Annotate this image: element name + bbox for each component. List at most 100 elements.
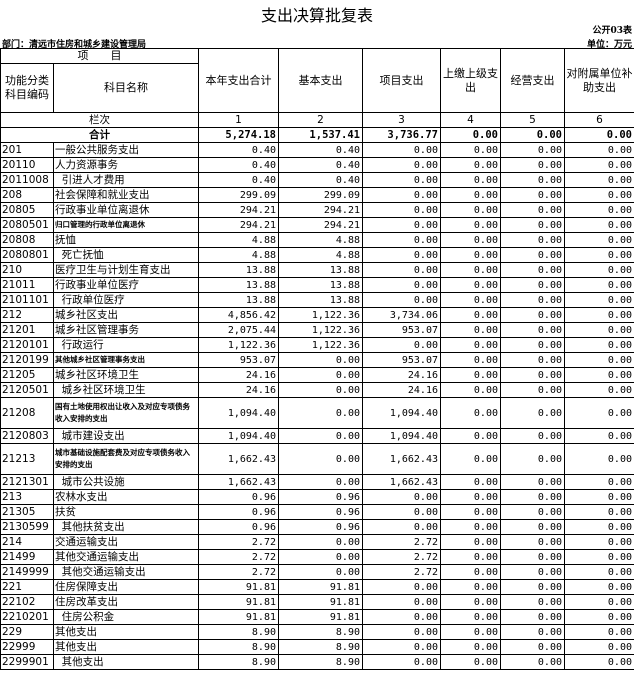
project-cell: 0.00: [362, 142, 441, 158]
basic-cell: 294.21: [278, 202, 363, 218]
item-name-cell: 社会保障和就业支出: [53, 187, 199, 203]
upper-cell: 0.00: [440, 202, 501, 218]
project-cell: 0.00: [362, 247, 441, 263]
project-cell: 0.00: [362, 172, 441, 188]
project-cell: 0.00: [362, 504, 441, 520]
upper-cell: 0.00: [440, 654, 501, 670]
operating-cell: 0.00: [500, 519, 565, 535]
function-code-cell: 22999: [0, 639, 54, 655]
function-code-cell: 22102: [0, 594, 54, 610]
total-cell: 294.21: [198, 217, 279, 233]
table-row: 208 社会保障和就业支出 299.09 299.09 0.00 0.00 0.00 0.00: [0, 187, 634, 203]
operating-cell: 0.00: [500, 382, 565, 398]
function-code-cell: 21499: [0, 549, 54, 565]
table-row: 213 农林水支出 0.96 0.96 0.00 0.00 0.00 0.00: [0, 489, 634, 505]
upper-cell: 0.00: [440, 534, 501, 550]
total-cell: 24.16: [198, 367, 279, 383]
total-cell: 13.88: [198, 292, 279, 308]
basic-cell: 1,122.36: [278, 307, 363, 323]
total-cell: 0.96: [198, 489, 279, 505]
header-subsidy: 对附属单位补助支出: [564, 48, 634, 113]
total-row: 合计 5,274.18 1,537.41 3,736.77 0.00 0.00 …: [0, 127, 634, 143]
page-title: 支出决算批复表: [260, 6, 373, 25]
item-name-cell: 城市基础设施配套费及对应专项债务收入安排的支出: [53, 443, 199, 475]
table-row: 21305 扶贫 0.96 0.96 0.00 0.00 0.00 0.00: [0, 504, 634, 520]
subsidy-cell: 0.00: [564, 172, 634, 188]
subsidy-cell: 0.00: [564, 277, 634, 293]
item-name-cell: 其他交通运输支出: [53, 549, 199, 565]
total-cell: 91.81: [198, 594, 279, 610]
total-value: 5,274.18: [198, 127, 279, 143]
col-number: 6: [564, 112, 634, 128]
project-cell: 0.00: [362, 202, 441, 218]
operating-cell: 0.00: [500, 172, 565, 188]
project-cell: 3,734.06: [362, 307, 441, 323]
total-cell: 0.40: [198, 142, 279, 158]
function-code-cell: 2120199: [0, 352, 54, 368]
item-name-cell: 引进人才费用: [53, 172, 199, 188]
project-cell: 0.00: [362, 187, 441, 203]
operating-cell: 0.00: [500, 292, 565, 308]
basic-cell: 91.81: [278, 579, 363, 595]
function-code-cell: 20805: [0, 202, 54, 218]
subsidy-cell: 0.00: [564, 519, 634, 535]
table-row: 201 一般公共服务支出 0.40 0.40 0.00 0.00 0.00 0.00: [0, 142, 634, 158]
total-cell: 8.90: [198, 639, 279, 655]
function-code-cell: 20110: [0, 157, 54, 173]
total-value: 1,537.41: [278, 127, 363, 143]
function-code-cell: 21201: [0, 322, 54, 338]
function-code-cell: 2149999: [0, 564, 54, 580]
form-code: 公开03表: [592, 26, 632, 36]
project-cell: 1,094.40: [362, 397, 441, 429]
operating-cell: 0.00: [500, 639, 565, 655]
operating-cell: 0.00: [500, 609, 565, 625]
subsidy-cell: 0.00: [564, 352, 634, 368]
basic-cell: 1,122.36: [278, 322, 363, 338]
upper-cell: 0.00: [440, 247, 501, 263]
basic-cell: 13.88: [278, 262, 363, 278]
subsidy-cell: 0.00: [564, 262, 634, 278]
subsidy-cell: 0.00: [564, 247, 634, 263]
table-row: 2299901 其他支出 8.90 8.90 0.00 0.00 0.00 0.00: [0, 654, 634, 670]
upper-cell: 0.00: [440, 382, 501, 398]
basic-cell: 0.00: [278, 443, 363, 475]
total-cell: 0.40: [198, 172, 279, 188]
project-cell: 0.00: [362, 489, 441, 505]
total-cell: 8.90: [198, 654, 279, 670]
function-code-cell: 2121301: [0, 474, 54, 490]
table-row: 2130599 其他扶贫支出 0.96 0.96 0.00 0.00 0.00 0.00: [0, 519, 634, 535]
operating-cell: 0.00: [500, 428, 565, 444]
table-row: 2149999 其他交通运输支出 2.72 0.00 2.72 0.00 0.00 0.00: [0, 564, 634, 580]
header-item: 项 目: [0, 48, 199, 64]
subsidy-cell: 0.00: [564, 217, 634, 233]
table-row: 21208 国有土地使用权出让收入及对应专项债务收入安排的支出 1,094.40 0.…: [0, 397, 634, 429]
col-number: 3: [362, 112, 441, 128]
project-cell: 1,662.43: [362, 443, 441, 475]
table-row: 21011 行政事业单位医疗 13.88 13.88 0.00 0.00 0.00 0.00: [0, 277, 634, 293]
total-cell: 0.96: [198, 504, 279, 520]
operating-cell: 0.00: [500, 277, 565, 293]
function-code-cell: 208: [0, 187, 54, 203]
item-name-cell: 其他城乡社区管理事务支出: [53, 352, 199, 368]
item-name-cell: 城市公共设施: [53, 474, 199, 490]
operating-cell: 0.00: [500, 594, 565, 610]
header-project: 项目支出: [362, 48, 441, 113]
operating-cell: 0.00: [500, 187, 565, 203]
subsidy-cell: 0.00: [564, 292, 634, 308]
function-code-cell: 210: [0, 262, 54, 278]
table-row: 2121301 城市公共设施 1,662.43 0.00 1,662.43 0.00 0.…: [0, 474, 634, 490]
operating-cell: 0.00: [500, 549, 565, 565]
upper-cell: 0.00: [440, 564, 501, 580]
project-cell: 2.72: [362, 534, 441, 550]
project-cell: 0.00: [362, 277, 441, 293]
project-cell: 1,662.43: [362, 474, 441, 490]
function-code-cell: 20808: [0, 232, 54, 248]
upper-cell: 0.00: [440, 172, 501, 188]
table-row: 20805 行政事业单位离退休 294.21 294.21 0.00 0.00 0.00 0.…: [0, 202, 634, 218]
operating-cell: 0.00: [500, 352, 565, 368]
upper-cell: 0.00: [440, 549, 501, 565]
basic-cell: 0.40: [278, 142, 363, 158]
upper-cell: 0.00: [440, 352, 501, 368]
function-code-cell: 21208: [0, 397, 54, 429]
total-cell: 2.72: [198, 549, 279, 565]
